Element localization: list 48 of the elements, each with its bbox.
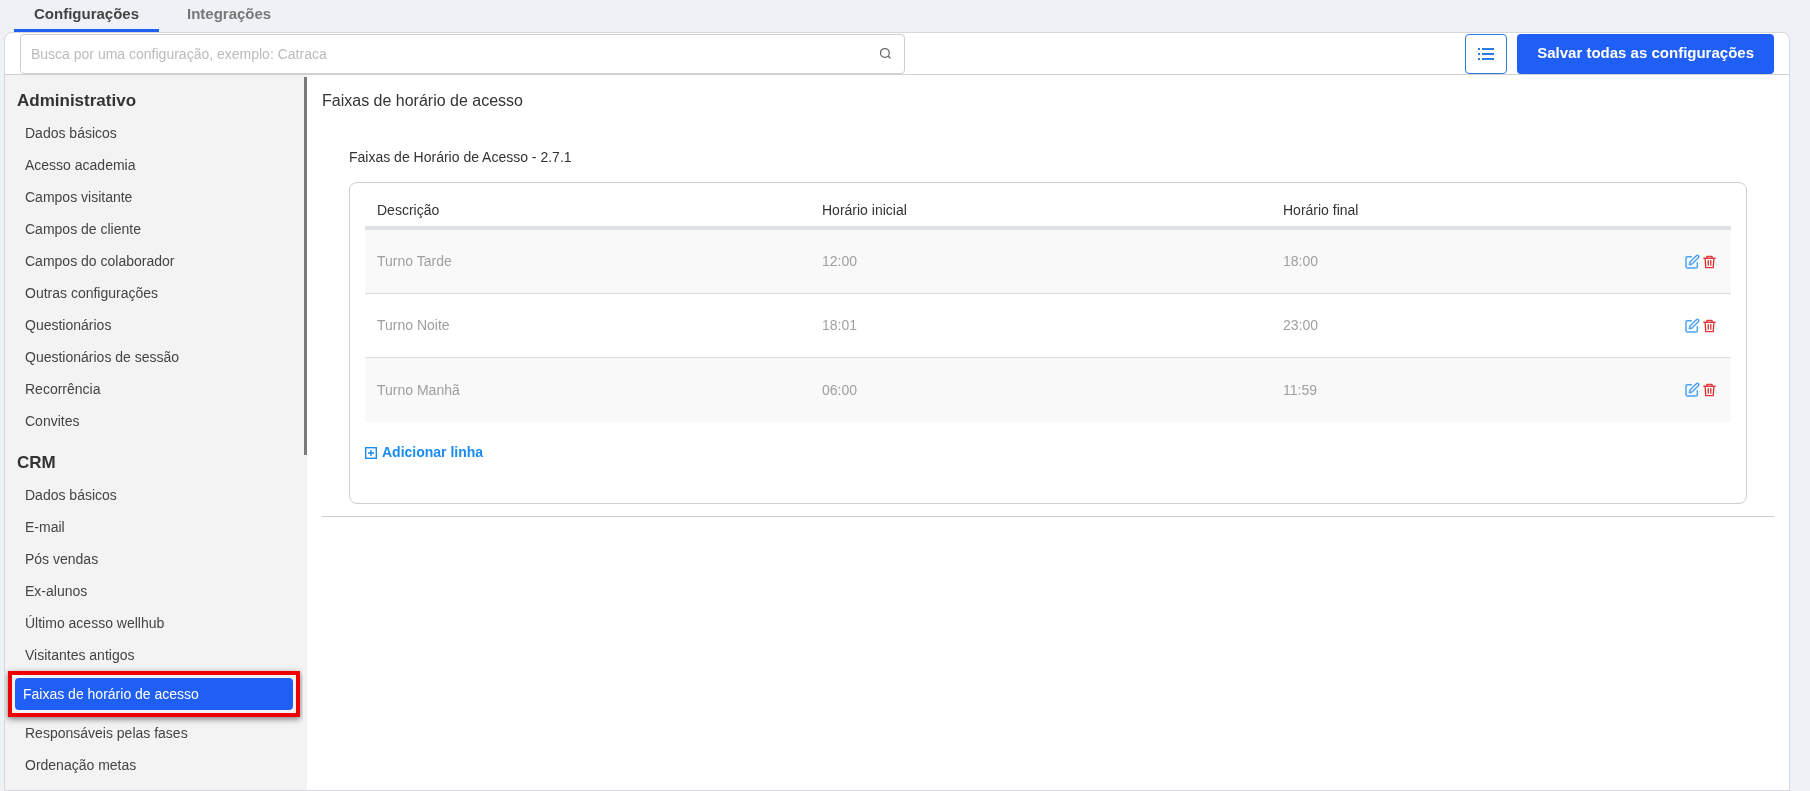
section-heading: CRM (16, 452, 57, 475)
sidebar-item[interactable]: Convites (17, 405, 291, 437)
sidebar-item[interactable]: Outras configurações (17, 277, 291, 309)
table-cell-text: 11:59 (1282, 380, 1318, 400)
sidebar-item[interactable]: Faixas de horário de acesso (15, 678, 293, 710)
sidebar-item[interactable]: Questionários (17, 309, 291, 341)
sidebar-item[interactable]: E-mail (17, 511, 291, 543)
sidebar-item[interactable]: Campos do colaborador (17, 245, 291, 277)
save-button[interactable]: Salvar todas as configurações (1517, 33, 1774, 74)
sidebar-item[interactable]: Ex-alunos (17, 575, 291, 607)
sidebar-item[interactable]: Responsáveis pelas fases (17, 717, 291, 749)
sidebar-item[interactable]: Questionários de sessão (17, 341, 291, 373)
table-cell-text: 23:00 (1282, 316, 1320, 335)
list-icon (1478, 46, 1495, 61)
sidebar-item[interactable]: Dados básicos (17, 117, 291, 149)
table-cell-text: 06:00 (821, 380, 859, 400)
table-cell-text: Turno Tarde (376, 252, 453, 271)
list-view-button[interactable] (1465, 33, 1508, 74)
sidebar-item[interactable]: Dados básicos (17, 479, 291, 511)
sidebar-item[interactable]: Campos visitante (17, 181, 291, 213)
column-header: Descrição (376, 201, 441, 220)
table-cell-text: 12:00 (821, 252, 859, 271)
edit-icon[interactable] (1684, 253, 1700, 270)
trash-icon[interactable] (1702, 253, 1717, 270)
sidebar-item[interactable]: Ordenação metas (17, 749, 291, 781)
trash-icon[interactable] (1702, 382, 1717, 398)
sidebar-item[interactable]: Recorrência (17, 373, 291, 405)
sidebar-item[interactable]: Último acesso wellhub (17, 607, 291, 639)
trash-icon[interactable] (1702, 317, 1717, 334)
tab[interactable]: Integrações (167, 0, 292, 32)
search-field[interactable]: Busca por uma configuração, exemplo: Catraca (20, 33, 905, 74)
sidebar-item[interactable]: Visitantes antigos (17, 639, 291, 671)
column-header: Horário final (1282, 201, 1360, 220)
sidebar-item[interactable]: Pós vendas (17, 543, 291, 575)
plus-square-icon (365, 446, 377, 459)
section-title: Faixas de Horário de Acesso - 2.7.1 (349, 148, 573, 167)
sidebar-item[interactable]: Campos de cliente (17, 213, 291, 245)
sidebar-item[interactable]: Acesso academia (17, 149, 291, 181)
column-header: Horário inicial (821, 201, 908, 220)
section-heading: Administrativo (16, 90, 138, 113)
table-cell-text: Turno Manhã (376, 380, 461, 400)
page-title: Faixas de horário de acesso (322, 91, 524, 111)
table-cell-text: 18:00 (1282, 252, 1320, 271)
table-cell-text: Turno Noite (376, 316, 451, 335)
search-icon (878, 45, 893, 61)
edit-icon[interactable] (1684, 382, 1700, 398)
table-cell-text: 18:01 (821, 316, 859, 335)
edit-icon[interactable] (1684, 317, 1700, 334)
